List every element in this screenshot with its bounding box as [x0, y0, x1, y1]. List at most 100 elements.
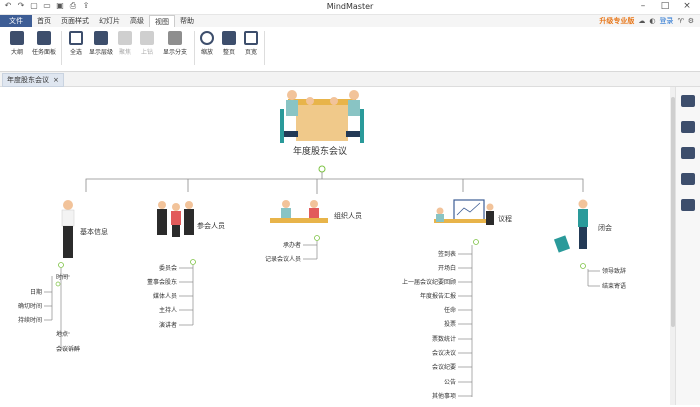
node-label[interactable]: 时间 — [56, 273, 68, 281]
node-label[interactable]: 结束寄语 — [602, 282, 626, 290]
branch-label[interactable]: 参会人员 — [197, 221, 225, 230]
task-panel-icon — [37, 31, 51, 45]
node-label[interactable]: 委员会 — [159, 264, 177, 272]
collapse-icon[interactable] — [58, 262, 64, 268]
document-tab-strip: 年度股东会议 × — [0, 72, 700, 87]
node-label[interactable]: 年度报告汇报 — [420, 292, 456, 300]
fit-page-label: 整页 — [222, 49, 235, 56]
node-label[interactable]: 确切时间 — [18, 302, 42, 310]
share-icon[interactable]: ◐ — [649, 17, 655, 25]
node-label[interactable]: 票数统计 — [432, 335, 456, 343]
fit-page-button[interactable]: 整页 — [220, 31, 238, 56]
node-label[interactable]: 董事会股东 — [147, 278, 177, 286]
minimize-icon[interactable]: – — [632, 0, 654, 13]
branch-basic-info: 基本信息 时间 日期 确切时间 持续时间 地点 会议诉醉 — [18, 200, 108, 353]
focus-button[interactable]: 聚焦 — [116, 31, 134, 56]
root-topic[interactable]: 年度股东会议 — [293, 145, 347, 157]
ribbon-divider — [61, 31, 62, 65]
show-branch-button[interactable]: 显示分支 — [160, 31, 190, 56]
branch-icon — [168, 31, 182, 45]
outline-icon — [10, 31, 24, 45]
show-levels-button[interactable]: 显示层级 — [88, 31, 114, 56]
node-label[interactable]: 会议纪要 — [432, 363, 456, 371]
window-controls: – □ × — [632, 0, 698, 13]
cloud-icon[interactable]: ☁ — [638, 17, 645, 25]
mindmap-canvas[interactable]: 年度股东会议 基本信息 时间 日期 确切时间 持续时间 地点 会议诉醉 参会人员… — [0, 87, 676, 405]
page-width-icon — [244, 31, 258, 45]
node-label[interactable]: 地点 — [56, 330, 68, 338]
close-icon[interactable]: × — [676, 0, 698, 13]
outline-label: 大纲 — [10, 49, 23, 56]
zoom-label: 缩放 — [200, 49, 213, 56]
zoom-icon — [200, 31, 214, 45]
focus-icon — [118, 31, 132, 45]
branch-label[interactable]: 闭会 — [598, 223, 612, 232]
branch-label[interactable]: 组织人员 — [334, 211, 362, 220]
collapse-icon[interactable] — [55, 281, 61, 287]
layers-icon — [94, 31, 108, 45]
node-label[interactable]: 任命 — [444, 306, 456, 314]
drill-up-label: 上钻 — [140, 49, 153, 56]
branch-organizers: 组织人员 承办者 记录会议人员 — [265, 200, 362, 263]
branch-participants: 参会人员 委员会 董事会股东 媒体人员 主持人 演讲者 — [147, 201, 225, 329]
branch-agenda: 议程 签到表 开场白 上一届会议纪要回顾 年度报告汇报 任命 投票 票数统计 会… — [402, 199, 512, 400]
focus-label: 聚焦 — [118, 49, 131, 56]
node-label[interactable]: 记录会议人员 — [265, 255, 301, 263]
list-icon[interactable] — [681, 121, 695, 133]
shape-icon[interactable] — [681, 147, 695, 159]
login-link[interactable]: 登录 — [659, 16, 673, 26]
ribbon-divider — [194, 31, 195, 65]
page-width-button[interactable]: 页宽 — [242, 31, 260, 56]
node-label[interactable]: 会议诉醉 — [56, 345, 80, 353]
node-label[interactable]: 媒体人员 — [153, 292, 177, 300]
node-label[interactable]: 其他事项 — [432, 392, 456, 400]
node-label[interactable]: 开场白 — [438, 264, 456, 272]
meeting-illustration — [280, 90, 364, 143]
node-label[interactable]: 公告 — [444, 378, 456, 386]
select-all-icon — [69, 31, 83, 45]
document-tab-label: 年度股东会议 — [7, 76, 49, 84]
settings-icon[interactable]: ⚙ — [688, 17, 694, 25]
zoom-button[interactable]: 缩放 — [198, 31, 216, 56]
menu-bar: 文件 首页 页面样式 幻灯片 高级 视图 帮助 升级专业版 ☁ ◐ 登录 ♈ ⚙ — [0, 15, 700, 28]
task-panel-button[interactable]: 任务面板 — [30, 31, 58, 56]
collapse-icon[interactable] — [580, 263, 586, 269]
collapse-icon[interactable] — [318, 165, 326, 173]
collapse-icon[interactable] — [190, 259, 196, 265]
maximize-icon[interactable]: □ — [654, 0, 676, 13]
node-label[interactable]: 投票 — [444, 320, 456, 328]
select-all-button[interactable]: 全选 — [66, 31, 86, 56]
document-tab[interactable]: 年度股东会议 × — [2, 73, 64, 87]
node-label[interactable]: 日期 — [30, 288, 42, 296]
branch-connectors — [85, 172, 584, 194]
branch-label[interactable]: 议程 — [498, 214, 512, 223]
node-label[interactable]: 主持人 — [159, 306, 177, 314]
select-all-label: 全选 — [69, 49, 82, 56]
mindmap-svg: 年度股东会议 基本信息 时间 日期 确切时间 持续时间 地点 会议诉醉 参会人员… — [18, 90, 626, 400]
drill-up-icon — [140, 31, 154, 45]
wrench-icon[interactable] — [681, 95, 695, 107]
node-label[interactable]: 上一届会议纪要回顾 — [402, 278, 456, 286]
node-label[interactable]: 承办者 — [283, 241, 301, 249]
right-side-panel — [675, 87, 700, 405]
collapse-icon[interactable] — [314, 235, 320, 241]
outline-button[interactable]: 大纲 — [6, 31, 28, 56]
branch-label[interactable]: 基本信息 — [80, 227, 108, 236]
upgrade-link[interactable]: 升级专业版 — [599, 16, 634, 26]
download-icon[interactable] — [681, 173, 695, 185]
node-label[interactable]: 持续时间 — [18, 316, 42, 324]
task-panel-label: 任务面板 — [31, 49, 56, 56]
node-label[interactable]: 领导致辞 — [602, 267, 626, 275]
shirt-icon[interactable]: ♈ — [677, 17, 683, 25]
page-width-label: 页宽 — [244, 49, 257, 56]
title-bar: ↶ ↷ ▢ ▭ ▣ ⎙ ⇪ MindMaster – □ × — [0, 0, 700, 15]
node-label[interactable]: 演讲者 — [159, 321, 177, 329]
drill-up-button[interactable]: 上钻 — [138, 31, 156, 56]
show-branch-label: 显示分支 — [162, 49, 187, 56]
node-label[interactable]: 签到表 — [438, 250, 456, 258]
fit-page-icon — [222, 31, 236, 45]
node-label[interactable]: 会议决议 — [432, 349, 456, 357]
collapse-icon[interactable] — [473, 239, 479, 245]
calendar-icon[interactable] — [681, 199, 695, 211]
tab-close-icon[interactable]: × — [53, 74, 59, 86]
